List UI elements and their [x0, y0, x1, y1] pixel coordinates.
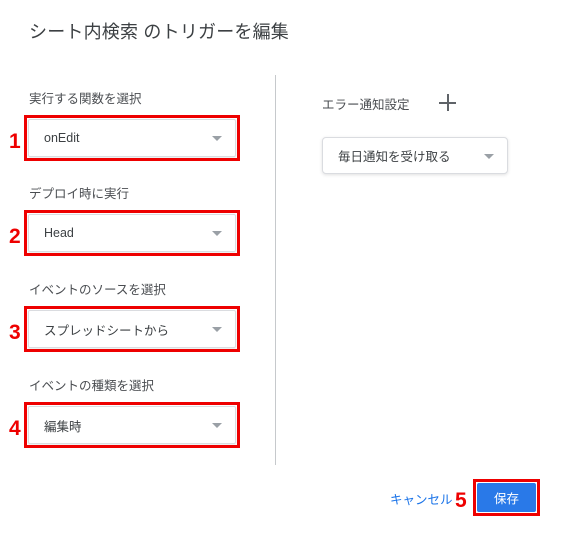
- dialog-footer: キャンセル 5 保存: [0, 479, 567, 520]
- save-wrap: 保存: [473, 479, 540, 516]
- plus-icon[interactable]: [439, 94, 457, 112]
- select-function[interactable]: onEdit: [28, 119, 236, 157]
- field-label-event-source: イベントのソースを選択: [29, 283, 166, 297]
- select-wrap-function: onEdit: [24, 115, 240, 161]
- select-wrap-event-type: 編集時: [24, 402, 240, 448]
- select-event-source-value: スプレッドシートから: [44, 323, 170, 338]
- edit-trigger-dialog: シート内検索 のトリガーを編集 実行する関数を選択 1 onEdit デプロイ時…: [0, 0, 567, 540]
- chevron-down-icon: [212, 327, 222, 332]
- chevron-down-icon: [484, 153, 494, 159]
- chevron-down-icon: [212, 423, 222, 428]
- annotation-number-4: 4: [9, 417, 21, 440]
- field-label-function: 実行する関数を選択: [29, 92, 142, 106]
- select-wrap-notification-frequency: 毎日通知を受け取る: [322, 137, 508, 174]
- select-deployment-value: Head: [44, 226, 74, 240]
- select-event-type-value: 編集時: [44, 419, 82, 434]
- select-event-source[interactable]: スプレッドシートから: [28, 310, 236, 348]
- annotation-number-2: 2: [9, 225, 21, 248]
- annotation-number-3: 3: [9, 321, 21, 344]
- chevron-down-icon: [212, 231, 222, 236]
- field-label-deployment: デプロイ時に実行: [29, 187, 130, 201]
- select-function-value: onEdit: [44, 131, 80, 145]
- save-button[interactable]: 保存: [477, 483, 536, 512]
- annotation-number-1: 1: [9, 130, 21, 153]
- select-notification-frequency-value: 毎日通知を受け取る: [338, 150, 451, 164]
- field-label-event-type: イベントの種類を選択: [29, 379, 155, 393]
- select-deployment[interactable]: Head: [28, 214, 236, 252]
- annotation-number-5: 5: [455, 489, 467, 512]
- trigger-settings-column: 実行する関数を選択 1 onEdit デプロイ時に実行 2 Head イベントの…: [0, 0, 275, 540]
- field-label-error-notification: エラー通知設定: [322, 98, 410, 112]
- select-event-type[interactable]: 編集時: [28, 406, 236, 444]
- cancel-button[interactable]: キャンセル: [390, 489, 453, 508]
- chevron-down-icon: [212, 136, 222, 141]
- select-wrap-deployment: Head: [24, 210, 240, 256]
- select-notification-frequency[interactable]: 毎日通知を受け取る: [322, 137, 508, 174]
- error-notification-column: エラー通知設定 毎日通知を受け取る: [276, 0, 567, 540]
- select-wrap-event-source: スプレッドシートから: [24, 306, 240, 352]
